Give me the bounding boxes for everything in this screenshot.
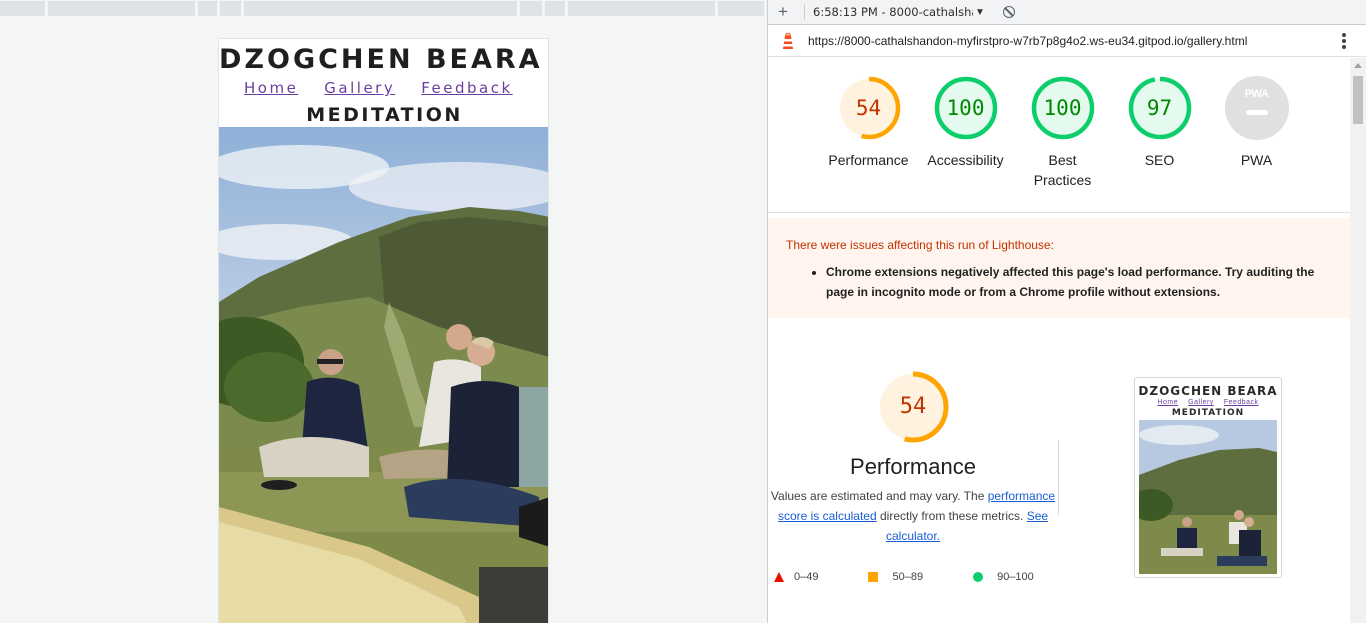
screenshot-nav-feedback: Feedback bbox=[1223, 399, 1259, 406]
gauge-score: 54 bbox=[855, 96, 882, 120]
vertical-divider bbox=[1058, 440, 1059, 515]
gauge-pwa[interactable]: PWA PWA bbox=[1208, 76, 1305, 190]
clear-icon[interactable] bbox=[1002, 6, 1015, 18]
gauge-ring: 100 bbox=[934, 76, 998, 140]
gauge-label: SEO bbox=[1144, 152, 1175, 168]
more-options-icon[interactable] bbox=[1342, 33, 1346, 49]
toolbar-separator bbox=[804, 4, 805, 20]
scroll-up-icon[interactable] bbox=[1354, 63, 1362, 68]
desc-text: Values are estimated and may vary. The bbox=[770, 489, 988, 503]
report-url-bar: https://8000-cathalshandon-myfirstpro-w7… bbox=[768, 25, 1366, 57]
score-legend: 0–49 50–89 90–100 bbox=[774, 571, 1084, 583]
warning-item: Chrome extensions negatively affected th… bbox=[826, 262, 1333, 302]
gauge-label: Accessibility bbox=[927, 152, 1004, 168]
pwa-icon: PWA bbox=[1244, 88, 1269, 100]
desc-text-after: directly from these metrics. bbox=[876, 509, 1027, 523]
warning-heading: There were issues affecting this run of … bbox=[786, 238, 1054, 252]
lighthouse-toolbar: + 6:58:13 PM - 8000-cathalshanc ▼ bbox=[768, 0, 1366, 25]
gauge-label: Best Practices bbox=[1033, 152, 1092, 188]
nav-feedback-link[interactable]: Feedback bbox=[421, 79, 512, 97]
triangle-icon bbox=[774, 572, 784, 582]
gauge-label: PWA bbox=[1240, 152, 1273, 168]
performance-gauge-large[interactable]: 54 bbox=[876, 370, 950, 444]
report-url[interactable]: https://8000-cathalshandon-myfirstpro-w7… bbox=[808, 34, 1247, 48]
legend-average: 50–89 bbox=[868, 571, 923, 583]
scrollbar-thumb[interactable] bbox=[1353, 76, 1363, 124]
performance-section: 54 Performance Values are estimated and … bbox=[768, 370, 1058, 546]
gauge-ring: 54 bbox=[837, 76, 901, 140]
gauge-ring: PWA bbox=[1224, 76, 1289, 140]
devtools-panel: + 6:58:13 PM - 8000-cathalshanc ▼ https:… bbox=[767, 0, 1366, 623]
screen: DZOGCHEN BEARA Home Gallery Feedback MED… bbox=[0, 0, 1366, 623]
screenshot-title: DZOGCHEN BEARA bbox=[1138, 384, 1278, 398]
performance-score-large: 54 bbox=[899, 394, 927, 419]
runtime-warning: There were issues affecting this run of … bbox=[768, 218, 1351, 318]
gauge-score: 97 bbox=[1146, 96, 1173, 120]
performance-description: Values are estimated and may vary. The p… bbox=[768, 486, 1058, 546]
gauge-ring: 97 bbox=[1128, 76, 1192, 140]
legend-fail: 0–49 bbox=[774, 571, 818, 583]
nav-gallery-link[interactable]: Gallery bbox=[324, 79, 395, 97]
screenshot-photo bbox=[1139, 420, 1277, 574]
screenshot-nav: Home Gallery Feedback bbox=[1135, 399, 1281, 406]
screenshot-nav-home: Home bbox=[1157, 399, 1179, 406]
final-screenshot[interactable]: DZOGCHEN BEARA Home Gallery Feedback MED… bbox=[1134, 377, 1282, 578]
section-divider bbox=[768, 212, 1351, 213]
site-title: DZOGCHEN BEARA bbox=[219, 44, 543, 75]
meditation-photo bbox=[219, 127, 548, 623]
lighthouse-icon bbox=[783, 32, 793, 49]
circle-icon bbox=[973, 572, 984, 582]
report-selector[interactable]: 6:58:13 PM - 8000-cathalshanc bbox=[813, 5, 973, 19]
report-scrollbar[interactable] bbox=[1350, 58, 1366, 623]
emulated-page: DZOGCHEN BEARA Home Gallery Feedback MED… bbox=[218, 38, 549, 623]
legend-pass: 90–100 bbox=[973, 571, 1034, 583]
performance-title: Performance bbox=[850, 454, 976, 479]
gauge-score: 100 bbox=[946, 96, 985, 120]
site-subtitle: MEDITATION bbox=[306, 104, 463, 126]
gauge-label: Performance bbox=[828, 152, 909, 168]
screenshot-nav-gallery: Gallery bbox=[1188, 399, 1214, 406]
pwa-dash bbox=[1245, 110, 1268, 115]
gauge-best-practices[interactable]: 100 Best Practices bbox=[1014, 76, 1111, 190]
gauge-seo[interactable]: 97 SEO bbox=[1111, 76, 1208, 190]
legend-average-label: 50–89 bbox=[892, 571, 924, 583]
media-query-ruler[interactable] bbox=[0, 0, 767, 17]
gauge-performance[interactable]: 54 Performance bbox=[820, 76, 917, 190]
screenshot-subtitle: MEDITATION bbox=[1171, 408, 1245, 418]
gauge-score: 100 bbox=[1043, 96, 1082, 120]
chevron-down-icon[interactable]: ▼ bbox=[975, 7, 985, 18]
device-viewport: DZOGCHEN BEARA Home Gallery Feedback MED… bbox=[0, 0, 767, 623]
lighthouse-report: 54 Performance 100 Accessibility 100 Best Pra… bbox=[768, 58, 1351, 623]
plus-icon[interactable]: + bbox=[778, 2, 796, 22]
gauge-ring: 100 bbox=[1031, 76, 1095, 140]
legend-pass-label: 90–100 bbox=[997, 571, 1034, 583]
gauge-accessibility[interactable]: 100 Accessibility bbox=[917, 76, 1014, 190]
warning-list: Chrome extensions negatively affected th… bbox=[826, 262, 1333, 302]
nav-home-link[interactable]: Home bbox=[244, 79, 298, 97]
site-nav: Home Gallery Feedback bbox=[244, 79, 513, 97]
legend-fail-label: 0–49 bbox=[794, 571, 819, 583]
score-gauges: 54 Performance 100 Accessibility 100 Best Pra… bbox=[820, 76, 1305, 190]
square-icon bbox=[868, 572, 879, 582]
